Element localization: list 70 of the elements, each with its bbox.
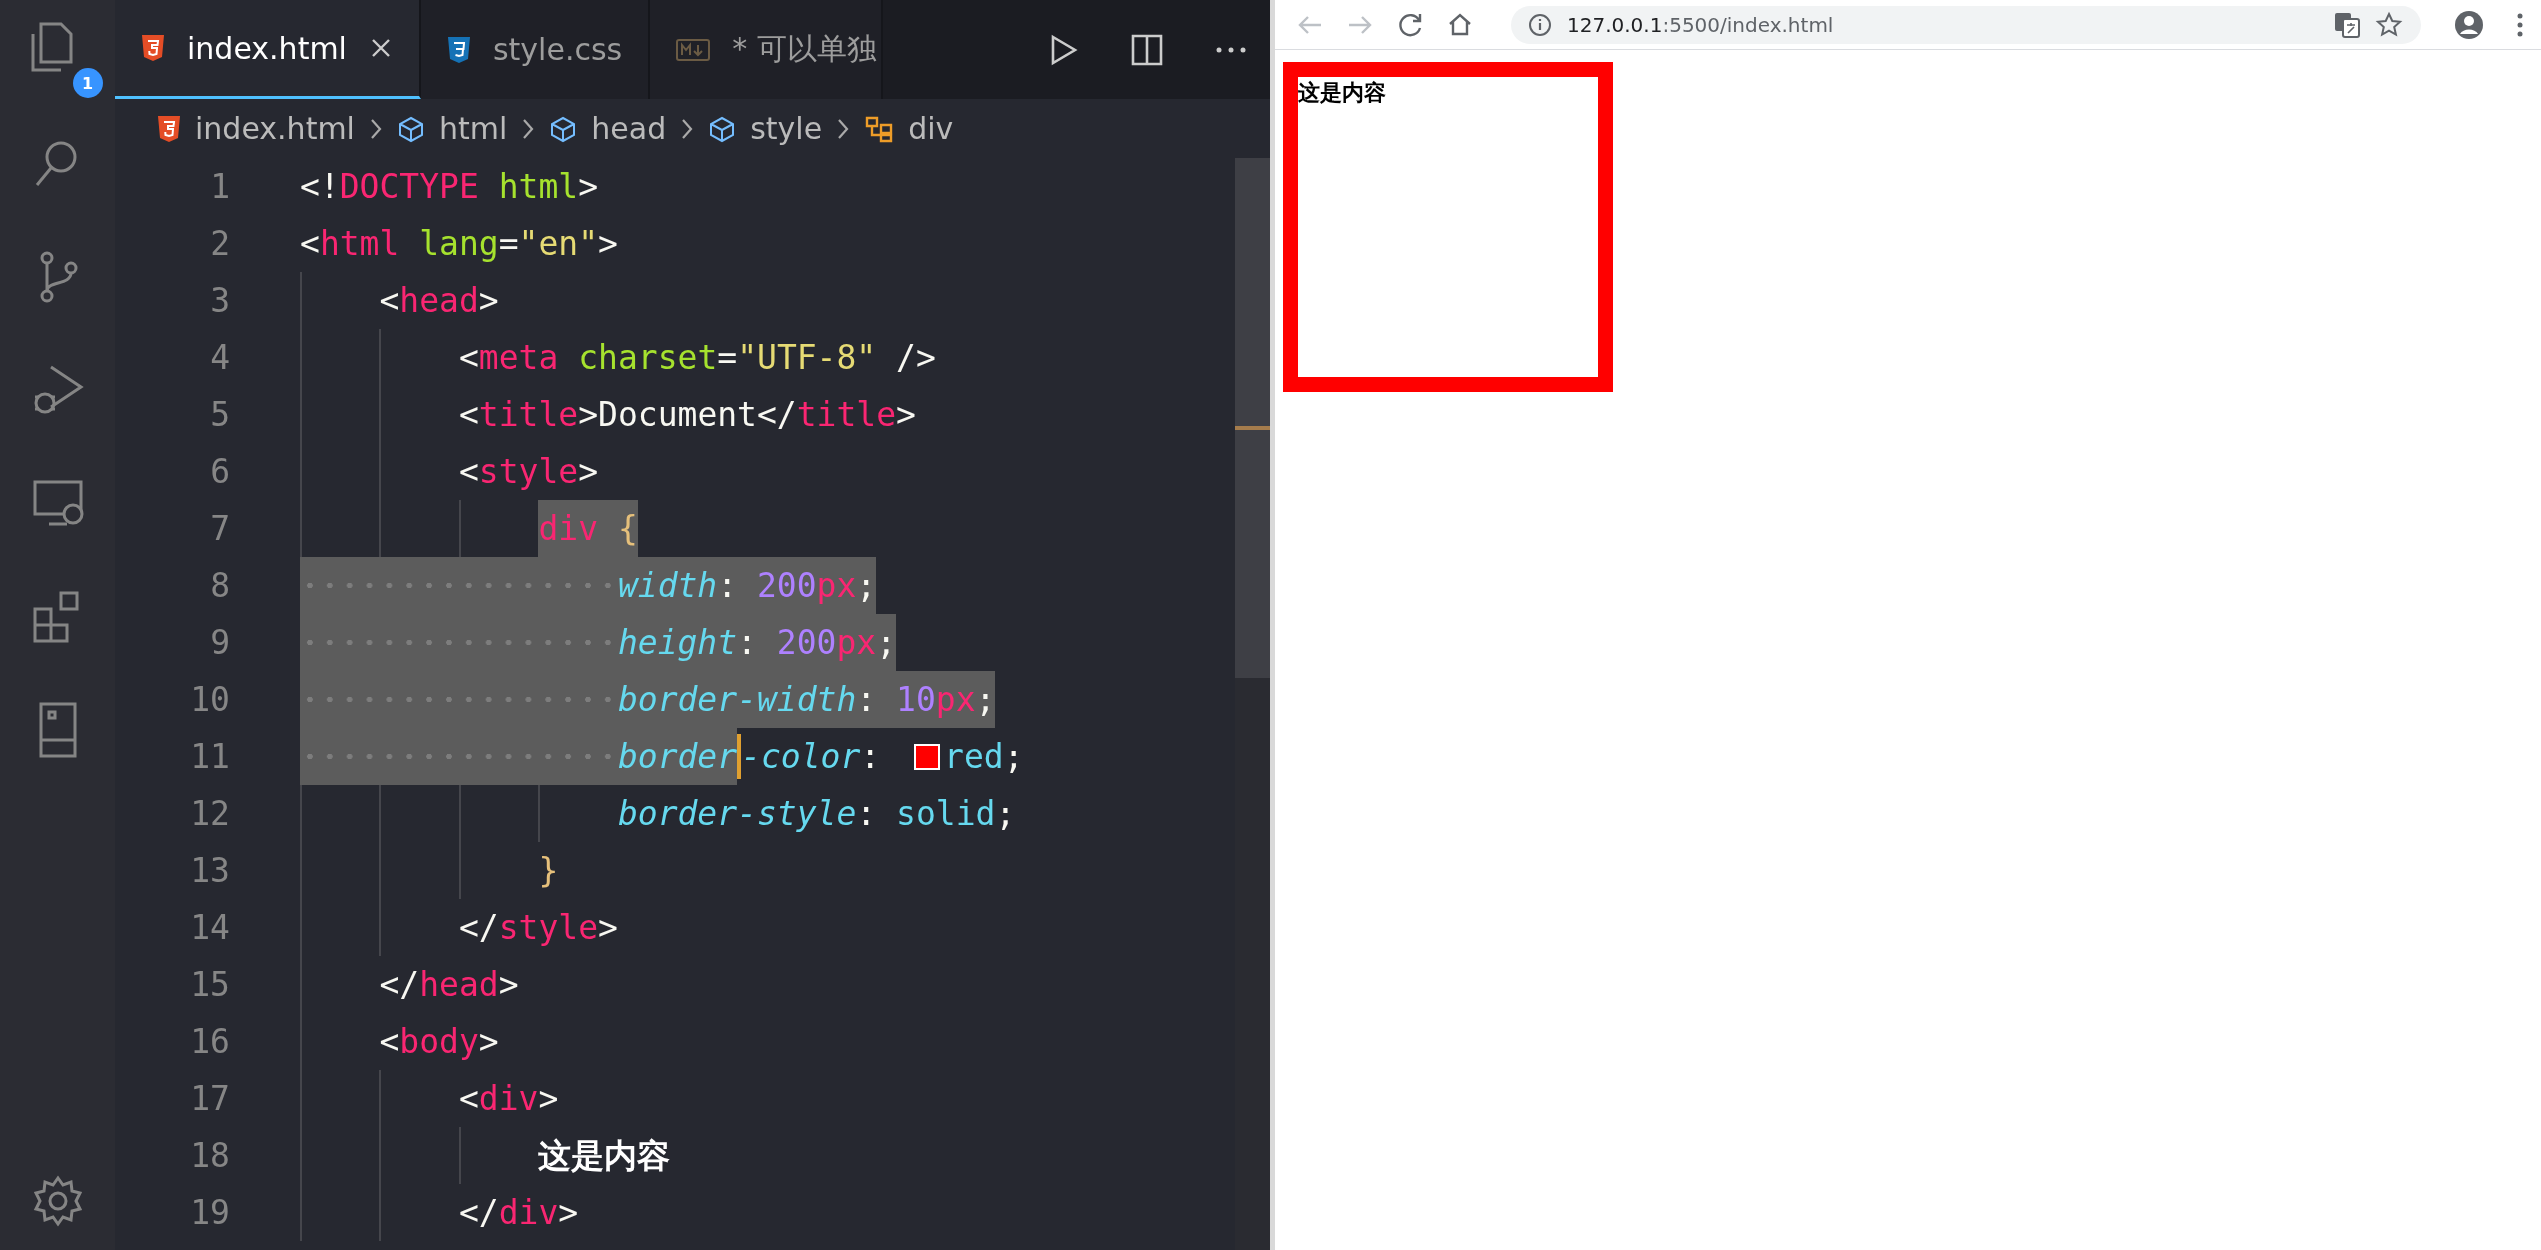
line-number: 2 [209,223,231,265]
code-text: red; [944,736,1024,778]
code-text: </head> [379,964,519,1006]
code-text: <html lang="en"> [300,223,618,265]
code-text: <title>Document</title> [458,394,916,436]
box-text: 这是内容 [1298,78,1387,107]
code-text: <meta charset="UTF-8" /> [458,337,936,379]
breadcrumb-item[interactable]: head [549,111,667,146]
code-text: </style> [458,907,618,949]
line-number: 17 [189,1078,231,1120]
url-text: 127.0.0.1:5500/index.html [1567,12,1834,37]
editor-tab[interactable]: style.css [420,0,651,99]
notification-badge: 1 [72,68,103,98]
editor-tab[interactable]: index.html [115,0,421,99]
line-number: 7 [209,508,231,550]
selector-icon[interactable] [864,114,895,143]
code-text: div { [538,500,638,557]
line-number: 1 [209,166,231,208]
line-number: 12 [189,793,231,835]
cube-icon[interactable] [396,114,425,143]
breadcrumb-item[interactable]: style [708,111,823,146]
cube-icon[interactable] [708,114,737,143]
code-text: border-width: 10px; [617,671,996,728]
line-number: 3 [209,280,231,322]
code-text: 这是内容 [538,1135,671,1177]
code-text: </div> [458,1192,579,1234]
code-text: border [617,728,738,785]
account-icon[interactable] [2453,8,2485,41]
line-number: 4 [209,337,231,379]
cursor-marker [1235,426,1270,430]
star-icon[interactable] [2375,10,2403,39]
code-text: } [538,850,559,892]
code-text: <div> [458,1078,559,1120]
code-text: <style> [458,451,599,493]
code-text: width: 200px; [617,557,877,614]
info-icon[interactable] [1527,11,1553,38]
line-number: 14 [189,907,231,949]
translate-icon[interactable] [2333,10,2361,39]
line-number: 8 [209,565,231,607]
breadcrumb-item[interactable]: html [396,111,508,146]
line-number: 16 [189,1021,231,1063]
css-file-icon[interactable] [446,35,471,64]
text-cursor [737,734,742,779]
color-swatch[interactable] [914,743,941,770]
line-number: 5 [209,394,231,436]
split-editor-icon[interactable] [1130,32,1164,67]
line-number: 15 [189,964,231,1006]
breadcrumb-item[interactable]: index.html [157,111,355,146]
line-number: 13 [189,850,231,892]
cube-icon[interactable] [549,114,578,143]
line-number: 6 [209,451,231,493]
line-number: 18 [189,1135,231,1177]
breadcrumb-item[interactable]: div [864,111,954,146]
html-file-icon[interactable] [141,34,165,62]
line-number: 10 [189,679,231,721]
line-number: 9 [209,622,231,664]
code-text: <!DOCTYPE html> [300,166,599,208]
html-file-icon[interactable] [157,114,181,143]
scrollbar-thumb[interactable] [1235,158,1270,678]
editor-tab[interactable]: * 可以单独 [650,0,883,99]
line-number: 19 [189,1192,231,1234]
scrollbar[interactable] [1235,158,1270,1250]
code-text: <body> [379,1021,499,1063]
code-text: -color: [741,736,882,778]
line-number: 11 [189,736,231,778]
markdown-file-icon[interactable] [676,38,711,61]
code-text: border-style: solid; [617,793,1016,835]
code-text: height: 200px; [617,614,897,671]
code-text: <head> [379,280,499,322]
address-bar[interactable]: 127.0.0.1:5500/index.html [1511,5,2421,44]
